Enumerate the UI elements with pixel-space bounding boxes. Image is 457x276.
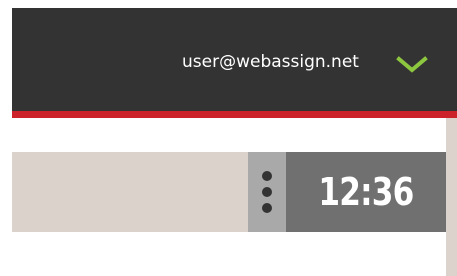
chevron-down-icon[interactable] [396,53,428,77]
user-email[interactable]: user@webassign.net [182,52,359,72]
top-header: user@webassign.net [12,8,457,111]
vertical-dots-icon [261,170,273,214]
timer-value: 12:36 [318,170,414,214]
timer-bar [12,152,248,232]
timer-menu-button[interactable] [248,152,286,232]
countdown-timer: 12:36 [286,152,446,232]
accent-bar [12,111,457,118]
side-panel-edge [446,118,457,276]
page-root: user@webassign.net 12:36 [0,0,457,276]
